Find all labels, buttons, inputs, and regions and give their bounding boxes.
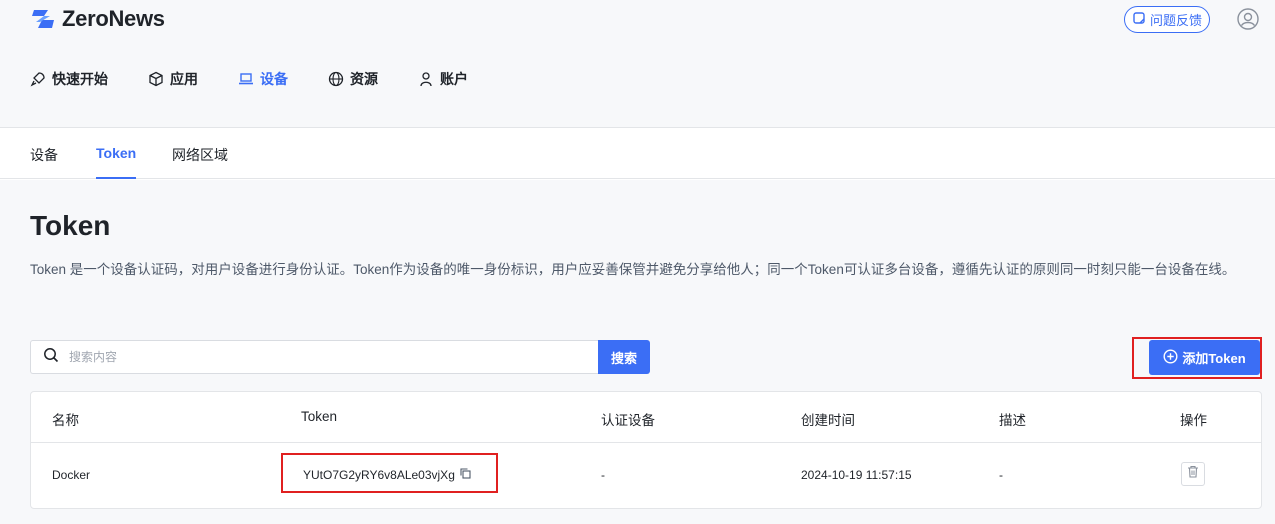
search-input[interactable] [69,350,549,364]
rocket-icon [30,72,45,87]
zeronews-logo-icon [30,8,56,30]
nav-item-quickstart[interactable]: 快速开始 [30,68,108,90]
sub-nav: 设备 Token 网络区域 [0,129,1275,179]
page-description: Token 是一个设备认证码，对用户设备进行身份认证。Token作为设备的唯一身… [30,262,1236,277]
delete-button[interactable] [1181,462,1205,486]
brand-name: ZeroNews [62,6,165,31]
tab-devices[interactable]: 设备 [30,145,58,179]
table-header: 名称 Token 认证设备 创建时间 描述 操作 [31,392,1261,443]
cube-icon [149,71,163,87]
main-content: Token Token 是一个设备认证码，对用户设备进行身份认证。Token作为… [0,180,1275,524]
column-header-created: 创建时间 [801,413,855,428]
nav-item-devices[interactable]: 设备 [238,68,288,90]
add-token-label: 添加Token [1182,351,1246,366]
account-avatar-icon[interactable] [1237,8,1259,30]
globe-icon [328,71,344,87]
search-icon [43,347,59,368]
note-icon [1132,11,1146,28]
nav-label: 应用 [170,71,198,87]
trash-icon [1187,465,1199,483]
logo[interactable]: ZeroNews [30,6,165,32]
top-header: ZeroNews 问题反馈 快速开始 应用 设备 资源 账户 [0,0,1275,128]
column-header-device: 认证设备 [601,413,655,428]
plus-circle-icon [1163,348,1178,367]
nav-item-resources[interactable]: 资源 [328,68,378,90]
row-name: Docker [52,468,91,482]
nav-label: 账户 [440,71,468,87]
nav-item-account[interactable]: 账户 [418,68,468,90]
column-header-token: Token [301,409,338,424]
tab-token[interactable]: Token [96,145,137,179]
copy-icon[interactable] [460,468,471,482]
feedback-button[interactable]: 问题反馈 [1124,6,1210,33]
nav-label: 资源 [350,71,378,87]
search-button[interactable]: 搜索 [598,340,650,374]
column-header-desc: 描述 [999,413,1026,428]
tab-network-zones[interactable]: 网络区域 [172,145,228,179]
token-value: YUtO7G2yRY6v8ALe03vjXg [303,468,455,482]
row-created: 2024-10-19 11:57:15 [801,468,912,482]
column-header-actions: 操作 [1180,413,1207,428]
main-nav: 快速开始 应用 设备 资源 账户 [30,68,508,90]
search-box [30,340,598,374]
laptop-icon [239,73,253,85]
token-table: 名称 Token 认证设备 创建时间 描述 操作 Docker YUtO7G2y… [30,391,1262,509]
user-icon [420,72,432,87]
column-header-name: 名称 [52,413,79,428]
nav-item-apps[interactable]: 应用 [148,68,198,90]
row-desc: - [999,468,1003,482]
add-token-button[interactable]: 添加Token [1149,340,1260,375]
feedback-label: 问题反馈 [1149,13,1202,28]
row-device: - [601,468,605,482]
nav-label: 设备 [260,71,288,87]
nav-label: 快速开始 [52,71,108,87]
page-title: Token [30,210,111,241]
row-token: YUtO7G2yRY6v8ALe03vjXg [303,468,471,482]
